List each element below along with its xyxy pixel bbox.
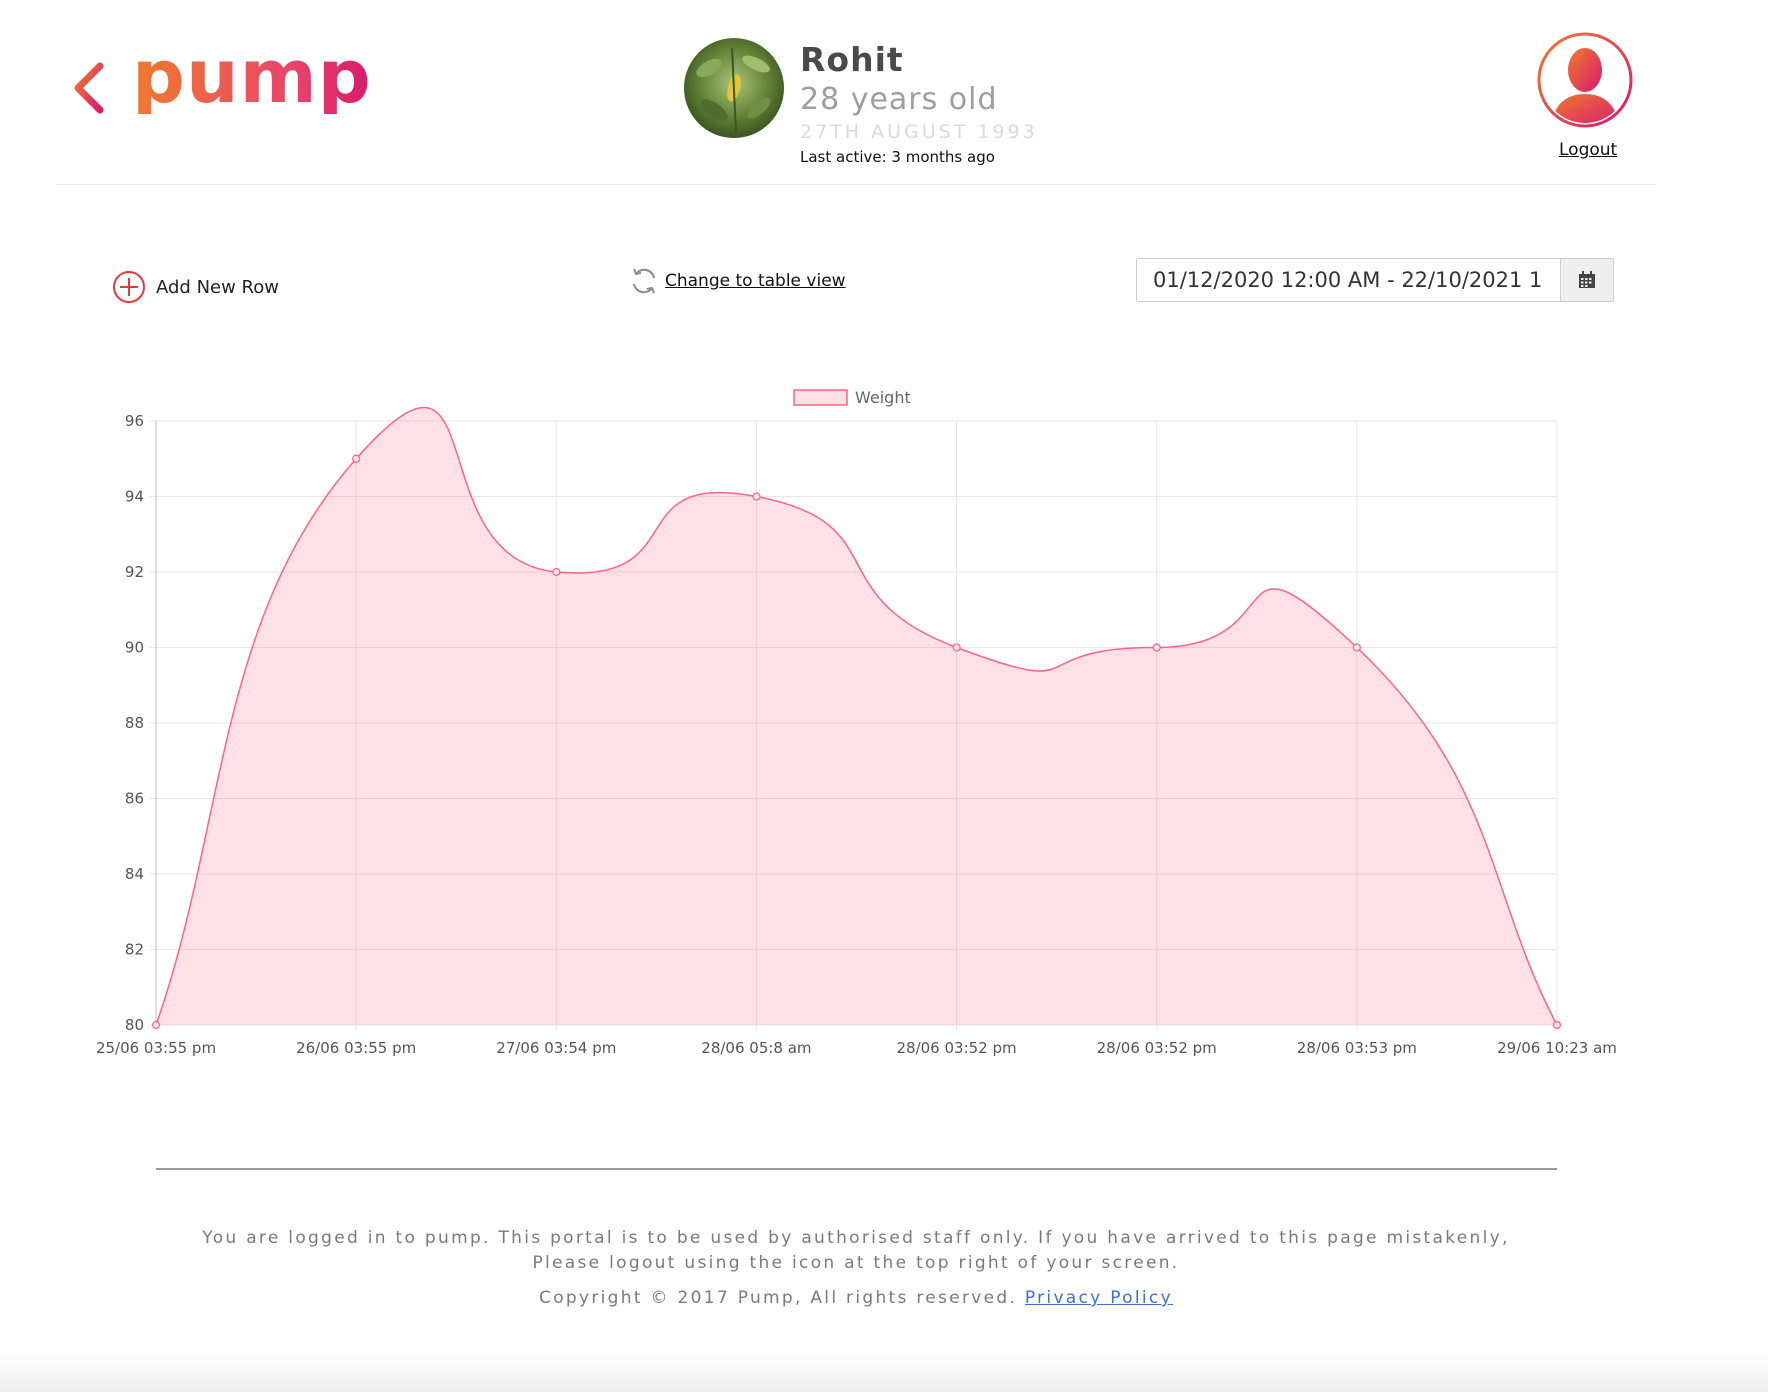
footer-notice-line2: Please logout using the icon at the top … xyxy=(532,1253,1180,1273)
weight-data-point[interactable] xyxy=(1352,643,1361,652)
x-tick-label: 28/06 03:53 pm xyxy=(1297,1039,1417,1057)
weight-data-point[interactable] xyxy=(952,643,961,652)
user-avatar-button[interactable] xyxy=(1537,32,1633,128)
plus-circle-icon xyxy=(113,271,145,303)
weight-data-point[interactable] xyxy=(151,1020,161,1030)
footer-copyright: Copyright © 2017 Pump, All rights reserv… xyxy=(184,1288,1528,1308)
profile-last-active: Last active: 3 months ago xyxy=(800,148,995,166)
footer-divider xyxy=(156,1168,1557,1170)
y-tick-label: 86 xyxy=(125,790,144,808)
weight-data-point[interactable] xyxy=(352,454,361,463)
weight-data-point[interactable] xyxy=(1552,1020,1562,1030)
y-tick-label: 92 xyxy=(125,563,144,581)
refresh-icon xyxy=(633,268,655,294)
x-tick-label: 28/06 03:52 pm xyxy=(897,1039,1017,1057)
header-divider xyxy=(56,184,1656,185)
add-new-row-label: Add New Row xyxy=(156,276,279,298)
x-tick-label: 28/06 05:8 am xyxy=(701,1039,811,1057)
y-tick-label: 90 xyxy=(125,639,144,657)
calendar-button[interactable] xyxy=(1560,259,1613,301)
y-tick-label: 80 xyxy=(125,1016,144,1034)
privacy-policy-link[interactable]: Privacy Policy xyxy=(1025,1288,1173,1308)
date-range-picker xyxy=(1136,258,1614,302)
x-tick-label: 28/06 03:52 pm xyxy=(1097,1039,1217,1057)
footer-notice: You are logged in to pump. This portal i… xyxy=(184,1226,1528,1276)
pump-logo: pump xyxy=(132,34,372,120)
y-tick-label: 88 xyxy=(125,714,144,732)
y-axis-ticks: 80 82 84 86 88 90 92 94 96 xyxy=(125,412,144,1034)
weight-data-point[interactable] xyxy=(1152,643,1161,652)
back-button[interactable] xyxy=(70,58,110,118)
y-tick-label: 82 xyxy=(125,941,144,959)
chart-legend[interactable]: Weight xyxy=(793,388,911,407)
calendar-icon xyxy=(1579,271,1595,288)
change-to-table-view-link[interactable]: Change to table view xyxy=(629,266,846,296)
x-tick-label: 27/06 03:54 pm xyxy=(496,1039,616,1057)
chevron-left-icon xyxy=(74,62,104,114)
weight-data-point[interactable] xyxy=(752,492,761,501)
logout-link[interactable]: Logout xyxy=(1559,140,1617,160)
copyright-text: Copyright © 2017 Pump, All rights reserv… xyxy=(539,1288,1018,1308)
y-tick-label: 94 xyxy=(125,488,144,506)
change-to-table-view-label: Change to table view xyxy=(665,271,846,291)
add-new-row-button[interactable]: Add New Row xyxy=(112,270,279,304)
profile-name: Rohit xyxy=(800,40,904,79)
user-avatar-icon xyxy=(1537,32,1633,128)
x-tick-label: 26/06 03:55 pm xyxy=(296,1039,416,1057)
y-tick-label: 96 xyxy=(125,412,144,430)
profile-photo xyxy=(684,38,784,138)
y-tick-label: 84 xyxy=(125,865,144,883)
x-tick-label: 25/06 03:55 pm xyxy=(96,1039,216,1057)
profile-age: 28 years old xyxy=(800,82,998,117)
weight-chart: 80 82 84 86 88 90 92 94 96 25/06 03:55 pm 26/06 0… xyxy=(96,388,1617,1057)
profile-dob: 27TH AUGUST 1993 xyxy=(800,121,1038,143)
weight-area xyxy=(156,407,1557,1025)
x-tick-label: 29/06 10:23 am xyxy=(1497,1039,1617,1057)
window-bottom-edge xyxy=(0,1350,1768,1392)
date-range-input[interactable] xyxy=(1137,259,1560,301)
weight-data-point[interactable] xyxy=(552,567,561,577)
legend-label-weight: Weight xyxy=(855,388,911,407)
footer-notice-line1: You are logged in to pump. This portal i… xyxy=(202,1228,1510,1248)
x-axis-ticks: 25/06 03:55 pm 26/06 03:55 pm 27/06 03:54 … xyxy=(96,1039,1617,1057)
legend-swatch-weight xyxy=(793,389,848,406)
